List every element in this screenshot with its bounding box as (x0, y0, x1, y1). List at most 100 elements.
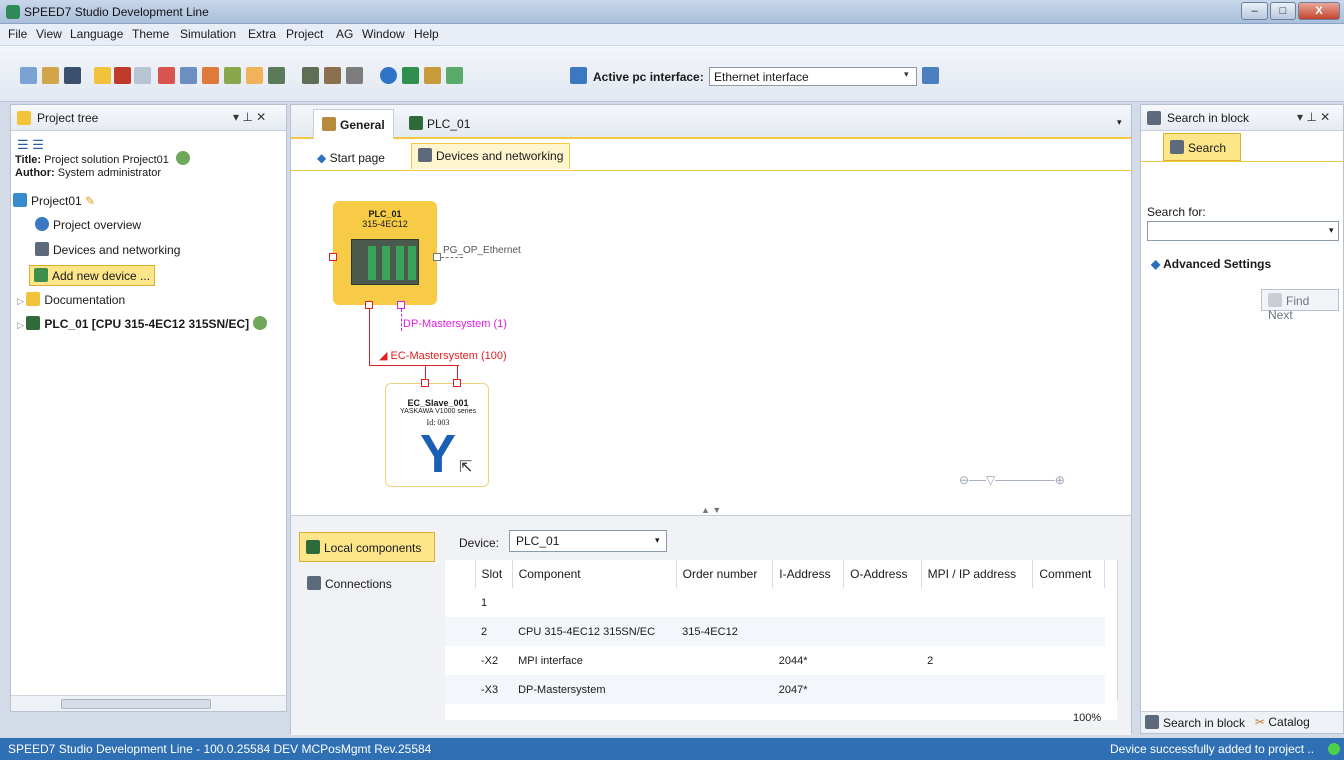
slave-port-out[interactable] (453, 379, 461, 387)
column-i-address[interactable]: I-Address (772, 560, 845, 588)
delete-icon[interactable] (114, 67, 131, 84)
ec-port[interactable] (365, 301, 373, 309)
plc-reset-icon[interactable] (346, 67, 363, 84)
tree-item-add-device[interactable]: Add new device ... (29, 265, 156, 286)
tree-item-devices-networking[interactable]: Devices and networking (35, 242, 180, 257)
network-canvas[interactable]: PLC_01 315-4EC12 PG_OP_Ethernet DP-Maste… (291, 173, 1131, 515)
monitor-icon[interactable] (224, 67, 241, 84)
table-row[interactable]: 2 CPU 315-4EC12 315SN/EC 315-4EC12 (445, 617, 1105, 646)
cell-o-address (844, 588, 921, 617)
mpi-port[interactable] (329, 253, 337, 261)
column-o-address[interactable]: O-Address (843, 560, 922, 588)
plc-stop-icon[interactable] (324, 67, 341, 84)
vertical-scrollbar[interactable] (1117, 560, 1129, 700)
zoom-slider[interactable]: ⊖──▽───────⊕ (959, 473, 1065, 487)
menu-ag[interactable]: AG (336, 27, 353, 41)
ec-slave-device[interactable]: EC_Slave_001 YASKAWA V1000 series Id: 00… (385, 383, 489, 487)
find-next-button[interactable]: Find Next (1261, 289, 1339, 322)
online-icon[interactable] (380, 67, 397, 84)
tab-local-components[interactable]: Local components (299, 532, 435, 562)
network-icon (35, 242, 49, 256)
open-icon[interactable] (20, 67, 37, 84)
copy-icon[interactable] (246, 67, 263, 84)
pin-icon[interactable]: ▾ ⊥ ✕ (1297, 110, 1330, 124)
download-icon[interactable] (158, 67, 175, 84)
edit-icon[interactable] (42, 67, 59, 84)
menu-extra[interactable]: Extra (248, 27, 276, 41)
tree-item-documentation[interactable]: ▷ Documentation (17, 292, 125, 307)
menu-view[interactable]: View (36, 27, 62, 41)
dp-line (401, 309, 402, 331)
cell-mpi (921, 588, 1033, 617)
maximize-button[interactable]: □ (1270, 2, 1296, 20)
column-comment[interactable]: Comment (1032, 560, 1105, 588)
tab-general[interactable]: General (313, 109, 394, 139)
menu-window[interactable]: Window (362, 27, 405, 41)
menu-help[interactable]: Help (414, 27, 439, 41)
horizontal-scrollbar[interactable] (11, 695, 286, 711)
dp-port[interactable] (397, 301, 405, 309)
advanced-settings-toggle[interactable]: ◆ Advanced Settings (1151, 257, 1271, 271)
pin-icon[interactable]: ▾ ⊥ ✕ (233, 110, 266, 124)
interface-select[interactable]: Ethernet interface (709, 67, 917, 86)
column-mpi-ip[interactable]: MPI / IP address (921, 560, 1034, 588)
tab-connections[interactable]: Connections (305, 572, 394, 595)
chevron-down-icon[interactable]: ▾ (904, 69, 909, 80)
minimize-button[interactable]: – (1241, 2, 1268, 20)
tree-item-plc01[interactable]: ▷ PLC_01 [CPU 315-4EC12 315SN/EC] (17, 316, 271, 331)
subtab-start-page[interactable]: ◆ Start page (315, 147, 387, 173)
plc-device[interactable]: PLC_01 315-4EC12 (333, 201, 437, 305)
advanced-label: Advanced Settings (1163, 257, 1272, 271)
column-slot[interactable]: Slot (475, 560, 513, 588)
search-tab[interactable]: Search (1163, 133, 1241, 161)
properties-icon[interactable] (134, 67, 151, 84)
search-input[interactable] (1147, 221, 1339, 241)
column-order-number[interactable]: Order number (676, 560, 774, 588)
scroll-thumb[interactable] (61, 699, 211, 709)
tree-item-project01[interactable]: Project01 ✎ (13, 193, 95, 208)
compile-icon[interactable] (180, 67, 197, 84)
interface-settings-icon[interactable] (922, 67, 939, 84)
menu-simulation[interactable]: Simulation (180, 27, 236, 41)
ec-mastersystem-label[interactable]: ◢ EC-Mastersystem (100) (379, 349, 507, 362)
chevron-down-icon[interactable]: ▾ (1117, 117, 1122, 128)
collapse-icon[interactable]: ◢ (379, 350, 391, 362)
plc-start-icon[interactable] (268, 67, 285, 84)
table-row[interactable]: -X3 DP-Mastersystem 2047* (445, 675, 1105, 704)
table-row[interactable]: 1 (445, 588, 1105, 617)
pencil-icon[interactable] (424, 67, 441, 84)
tab-catalog[interactable]: ✂ Catalog (1255, 715, 1310, 729)
divider (1141, 161, 1343, 162)
ethernet-port[interactable] (433, 253, 441, 261)
save-icon[interactable] (64, 67, 81, 84)
tree-item-project-overview[interactable]: Project overview (35, 217, 141, 232)
dp-mastersystem-label[interactable]: DP-Mastersystem (1) (403, 318, 507, 330)
close-button[interactable]: X (1298, 2, 1340, 20)
pencil-icon: ✎ (85, 194, 96, 208)
expand-icon[interactable]: ▷ (17, 296, 26, 306)
tab-plc01[interactable]: PLC_01 (401, 109, 478, 139)
cell-order: 315-4EC12 (676, 617, 773, 646)
chevron-down-icon[interactable]: ▾ (1329, 225, 1334, 236)
table-row[interactable]: -X2 MPI interface 2044* 2 (445, 646, 1105, 675)
arrow-icon[interactable] (446, 67, 463, 84)
subtab-devices-networking[interactable]: Devices and networking (411, 143, 571, 169)
new-icon[interactable] (94, 67, 111, 84)
device-select[interactable]: PLC_01 (509, 530, 667, 552)
title-bar: SPEED7 Studio Development Line – □ X (0, 0, 1344, 24)
tab-label: General (340, 118, 385, 132)
chevron-down-icon[interactable]: ▾ (655, 535, 660, 546)
column-component[interactable]: Component (512, 560, 677, 588)
tab-search-in-block[interactable]: Search in block (1145, 715, 1245, 730)
upload-icon[interactable] (202, 67, 219, 84)
tab-label: Search in block (1163, 716, 1246, 730)
menu-file[interactable]: File (8, 27, 27, 41)
slave-port-in[interactable] (421, 379, 429, 387)
plc-run-icon[interactable] (302, 67, 319, 84)
splitter-arrows-icon[interactable]: ▲ ▼ (701, 505, 721, 515)
table-icon[interactable] (402, 67, 419, 84)
menu-theme[interactable]: Theme (132, 27, 169, 41)
menu-project[interactable]: Project (286, 27, 323, 41)
menu-language[interactable]: Language (70, 27, 123, 41)
expand-icon[interactable]: ▷ (17, 320, 26, 330)
